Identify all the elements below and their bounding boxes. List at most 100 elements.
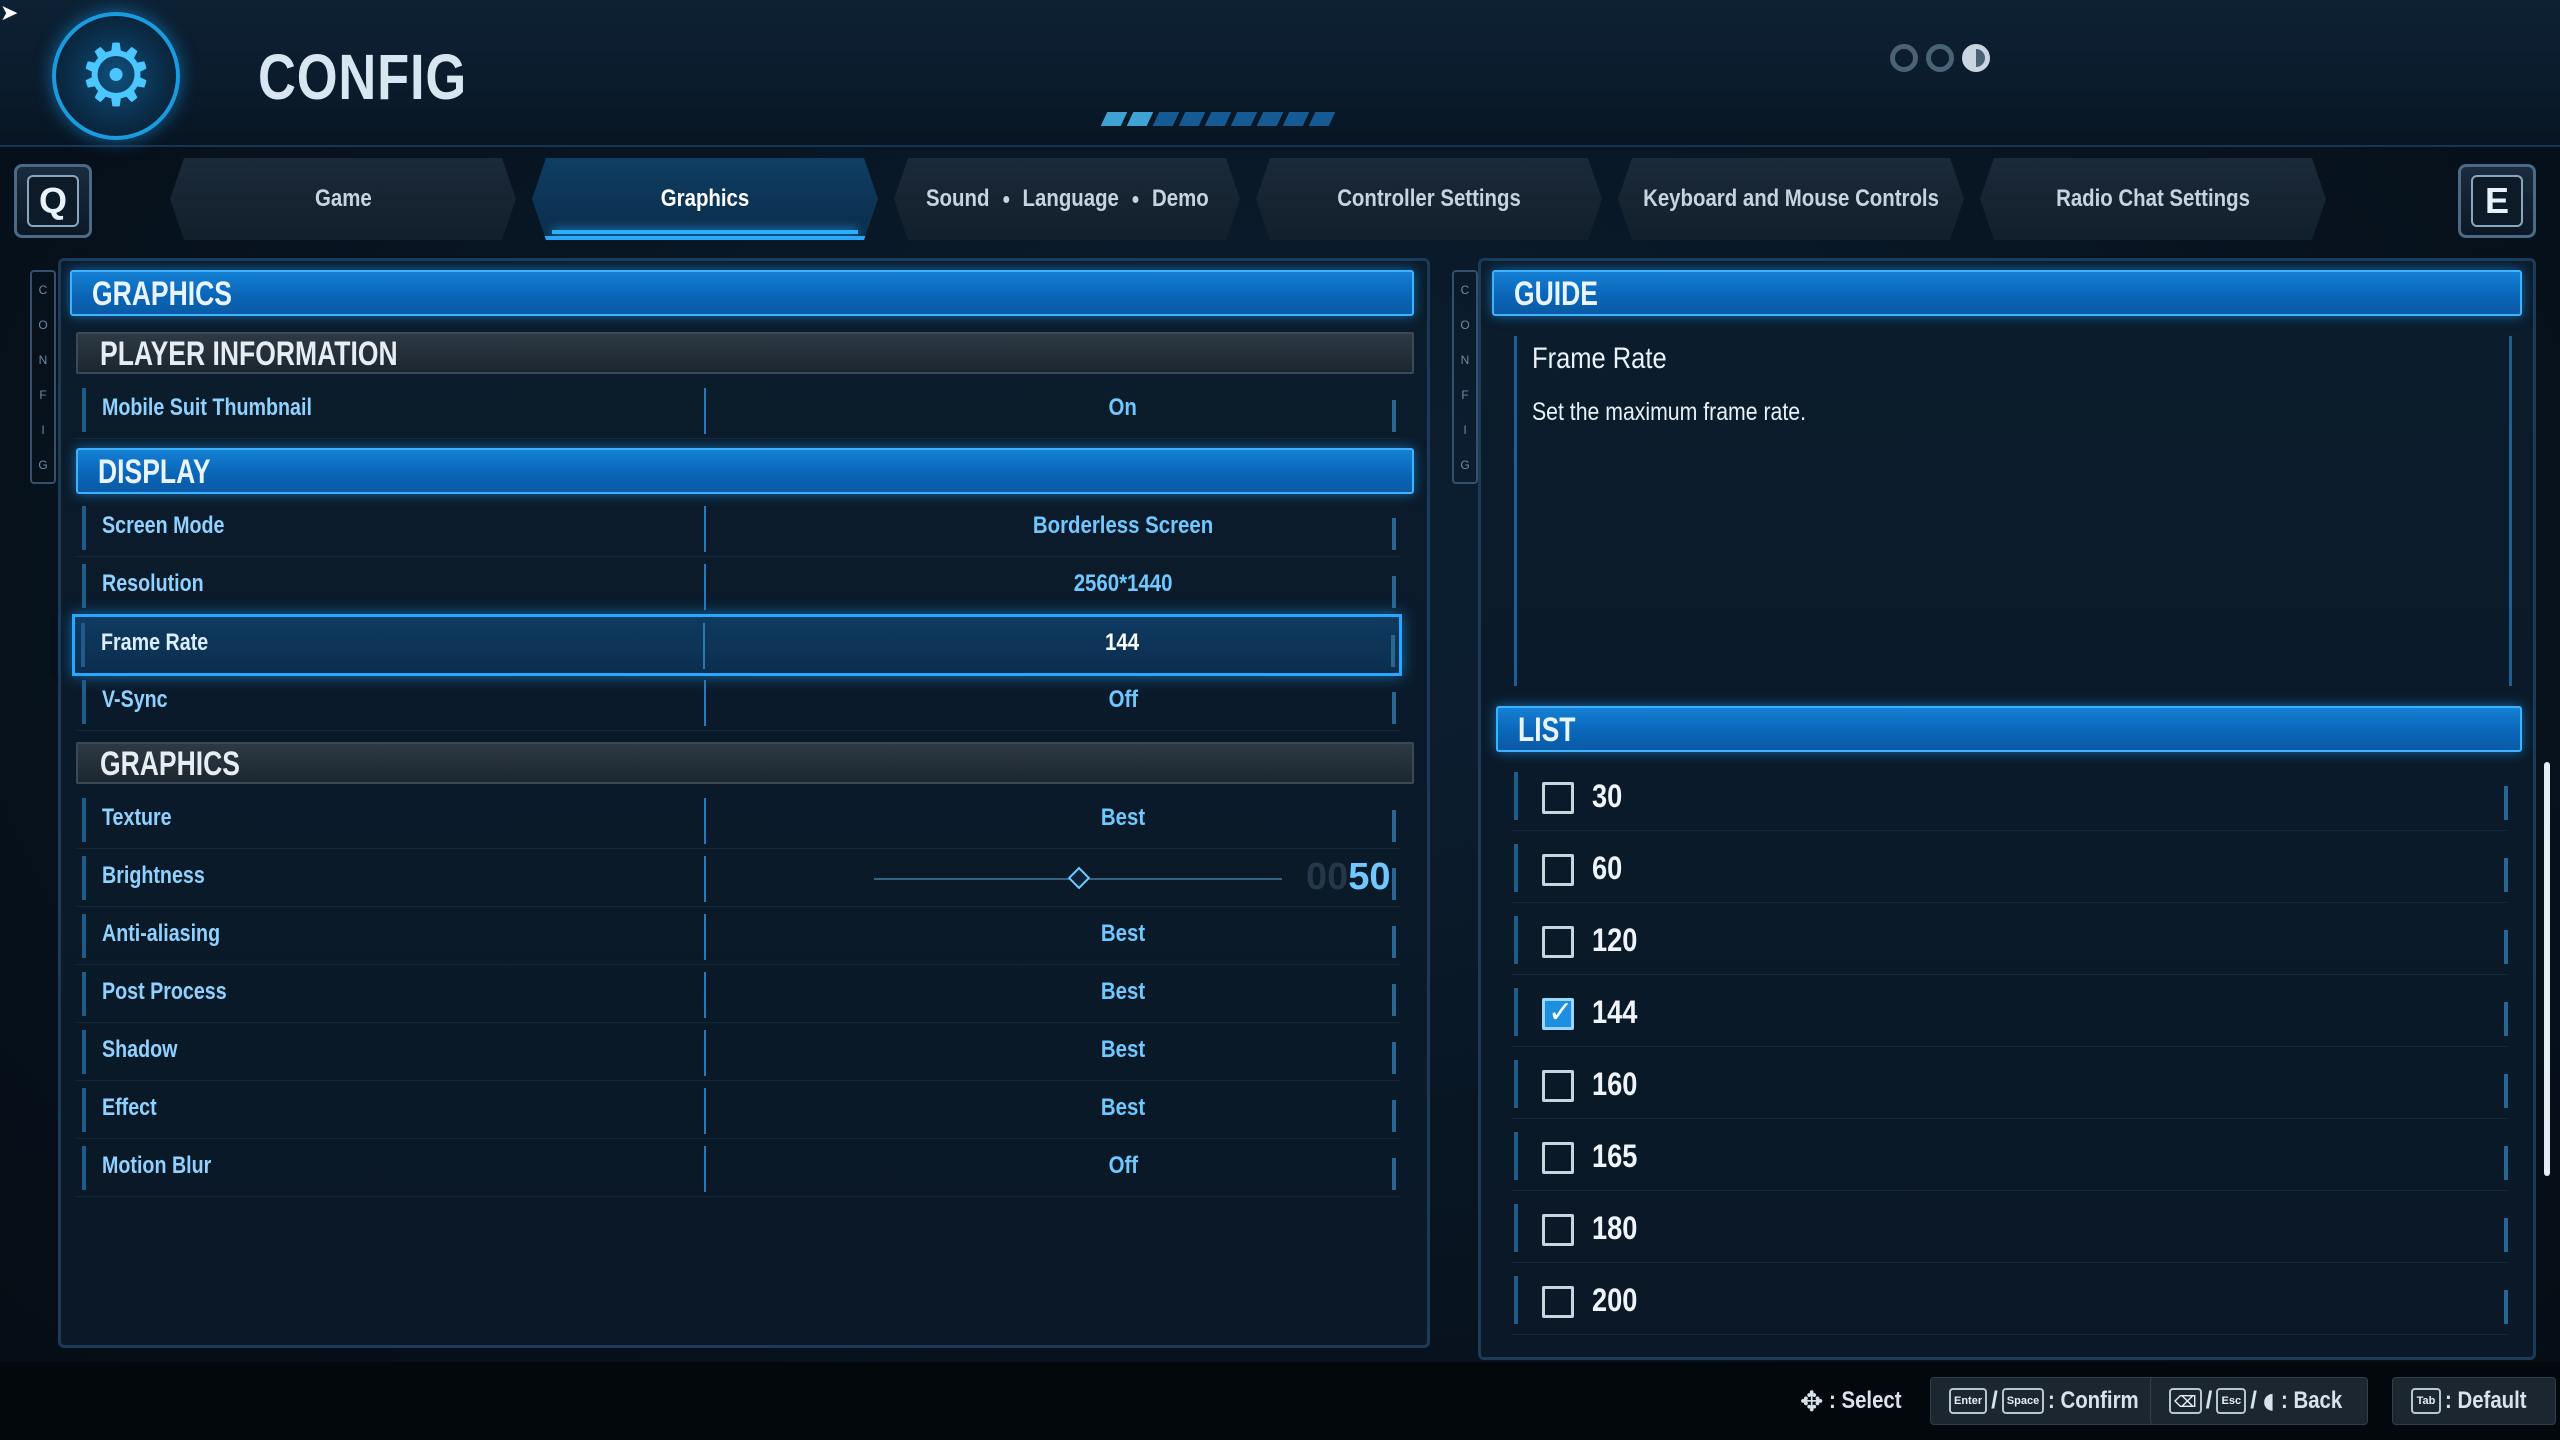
- tab-label: Sound Language Demo: [926, 185, 1209, 213]
- setting-label: Effect: [102, 1094, 157, 1121]
- setting-row-vsync[interactable]: V-Sync Off: [76, 674, 1400, 731]
- top-bar: ⚙ CONFIG: [0, 0, 2560, 147]
- setting-label: Screen Mode: [102, 512, 225, 539]
- setting-value: Off: [1108, 686, 1138, 713]
- decorative-circles: [1890, 44, 1990, 72]
- list-item-160[interactable]: 160: [1512, 1054, 2508, 1119]
- setting-row-shadow[interactable]: Shadow Best: [76, 1024, 1400, 1081]
- backspace-key-icon: ⌫: [2169, 1388, 2202, 1414]
- setting-label: V-Sync: [102, 686, 168, 713]
- list-item-label: 200: [1592, 1282, 1638, 1318]
- brightness-slider-knob[interactable]: [1067, 866, 1091, 890]
- list-item-label: 160: [1592, 1066, 1638, 1102]
- checkbox[interactable]: [1542, 1070, 1574, 1102]
- setting-row-motion-blur[interactable]: Motion Blur Off: [76, 1140, 1400, 1197]
- setting-row-texture[interactable]: Texture Best: [76, 792, 1400, 849]
- setting-label: Texture: [102, 804, 172, 831]
- tab-label-demo: Demo: [1151, 185, 1209, 212]
- brightness-value: 0050: [1306, 856, 1391, 898]
- tab-label-sound: Sound: [925, 185, 990, 212]
- setting-label: Mobile Suit Thumbnail: [102, 394, 312, 421]
- setting-row-mobile-suit-thumbnail[interactable]: Mobile Suit Thumbnail On: [76, 382, 1400, 439]
- graphics-section-header: GRAPHICS: [70, 270, 1414, 316]
- setting-value: Off: [1108, 1152, 1138, 1179]
- tab-label: Keyboard and Mouse Controls: [1643, 185, 1939, 212]
- list-item-label: 180: [1592, 1210, 1638, 1246]
- setting-label: Post Process: [102, 978, 227, 1005]
- setting-value: Borderless Screen: [1032, 512, 1214, 539]
- setting-row-effect[interactable]: Effect Best: [76, 1082, 1400, 1139]
- setting-row-brightness[interactable]: Brightness 0050: [76, 850, 1400, 907]
- list-item-label: 120: [1592, 922, 1638, 958]
- player-information-header: PLAYER INFORMATION: [76, 332, 1414, 374]
- checkbox-checked[interactable]: [1542, 995, 1574, 1030]
- enter-key-icon: Enter: [1949, 1388, 1988, 1414]
- dpad-icon: ✥: [1800, 1384, 1824, 1418]
- confirm-hint-label: : Confirm: [2048, 1387, 2139, 1414]
- default-hint[interactable]: Tab : Default: [2392, 1377, 2556, 1425]
- list-item-30[interactable]: 30: [1512, 766, 2508, 831]
- esc-key-icon: Esc: [2216, 1388, 2247, 1414]
- guide-title: Frame Rate: [1532, 342, 1667, 375]
- section-title: LIST: [1518, 711, 1576, 749]
- list-scrollbar[interactable]: [2544, 762, 2550, 1176]
- config-gear-emblem: ⚙: [52, 12, 180, 140]
- tab-controller-settings[interactable]: Controller Settings: [1256, 158, 1602, 240]
- checkbox[interactable]: [1542, 1142, 1574, 1174]
- checkbox[interactable]: [1542, 854, 1574, 886]
- guide-description: Set the maximum frame rate.: [1532, 398, 1806, 426]
- list-item-180[interactable]: 180: [1512, 1198, 2508, 1263]
- setting-label: Motion Blur: [102, 1152, 212, 1179]
- setting-row-anti-aliasing[interactable]: Anti-aliasing Best: [76, 908, 1400, 965]
- tab-key-icon: Tab: [2411, 1388, 2441, 1414]
- setting-value: Best: [1100, 804, 1146, 831]
- list-item-144[interactable]: 144: [1512, 982, 2508, 1047]
- checkbox[interactable]: [1542, 926, 1574, 958]
- e-key-label: E: [2471, 175, 2523, 227]
- setting-value: 2560*1440: [1073, 570, 1173, 597]
- tab-bar: Q Game Graphics Sound Language Demo Contro…: [12, 148, 2548, 248]
- q-key-label: Q: [27, 175, 79, 227]
- confirm-hint[interactable]: Enter / Space : Confirm: [1930, 1377, 2170, 1425]
- next-tab-key[interactable]: E: [2458, 164, 2536, 238]
- list-item-200[interactable]: 200: [1512, 1270, 2508, 1335]
- select-hint: ✥ : Select: [1800, 1378, 1915, 1424]
- guide-section-header: GUIDE: [1492, 270, 2522, 316]
- list-item-60[interactable]: 60: [1512, 838, 2508, 903]
- checkbox[interactable]: [1542, 782, 1574, 814]
- tab-sound-language-demo[interactable]: Sound Language Demo: [894, 158, 1240, 240]
- list-item-label: 144: [1592, 994, 1638, 1030]
- gear-icon: ⚙: [77, 26, 155, 126]
- list-item-165[interactable]: 165: [1512, 1126, 2508, 1191]
- checkbox[interactable]: [1542, 1214, 1574, 1246]
- tab-game[interactable]: Game: [170, 158, 516, 240]
- list-item-label: 60: [1592, 850, 1623, 886]
- setting-label: Resolution: [102, 570, 204, 597]
- tab-graphics[interactable]: Graphics: [532, 158, 878, 240]
- setting-row-screen-mode[interactable]: Screen Mode Borderless Screen: [76, 500, 1400, 557]
- prev-tab-key[interactable]: Q: [14, 164, 92, 238]
- tab-label: Radio Chat Settings: [2056, 185, 2250, 212]
- setting-value: Best: [1100, 1036, 1146, 1063]
- setting-label: Shadow: [102, 1036, 178, 1063]
- section-title: DISPLAY: [98, 453, 211, 491]
- setting-row-resolution[interactable]: Resolution 2560*1440: [76, 558, 1400, 615]
- list-item-120[interactable]: 120: [1512, 910, 2508, 975]
- setting-row-post-process[interactable]: Post Process Best: [76, 966, 1400, 1023]
- setting-row-frame-rate[interactable]: Frame Rate 144: [72, 614, 1402, 676]
- setting-value: Best: [1100, 920, 1146, 947]
- setting-value: 144: [1104, 629, 1140, 656]
- mouse-cursor-icon: ➤: [0, 0, 19, 25]
- tabs: Game Graphics Sound Language Demo Controll…: [170, 158, 2390, 240]
- separator: /: [2250, 1387, 2257, 1414]
- tab-label: Controller Settings: [1337, 185, 1521, 212]
- list-section-header: LIST: [1496, 706, 2522, 752]
- back-hint[interactable]: ⌫ / Esc / ◖ : Back: [2150, 1377, 2368, 1425]
- side-config-tab-left: CONFIG: [30, 270, 56, 484]
- tab-keyboard-mouse[interactable]: Keyboard and Mouse Controls: [1618, 158, 1964, 240]
- tab-radio-chat-settings[interactable]: Radio Chat Settings: [1980, 158, 2326, 240]
- checkbox[interactable]: [1542, 1286, 1574, 1318]
- tab-label: Game: [314, 185, 372, 212]
- list-item-label: 30: [1592, 778, 1623, 814]
- tab-label-language: Language: [1022, 185, 1119, 212]
